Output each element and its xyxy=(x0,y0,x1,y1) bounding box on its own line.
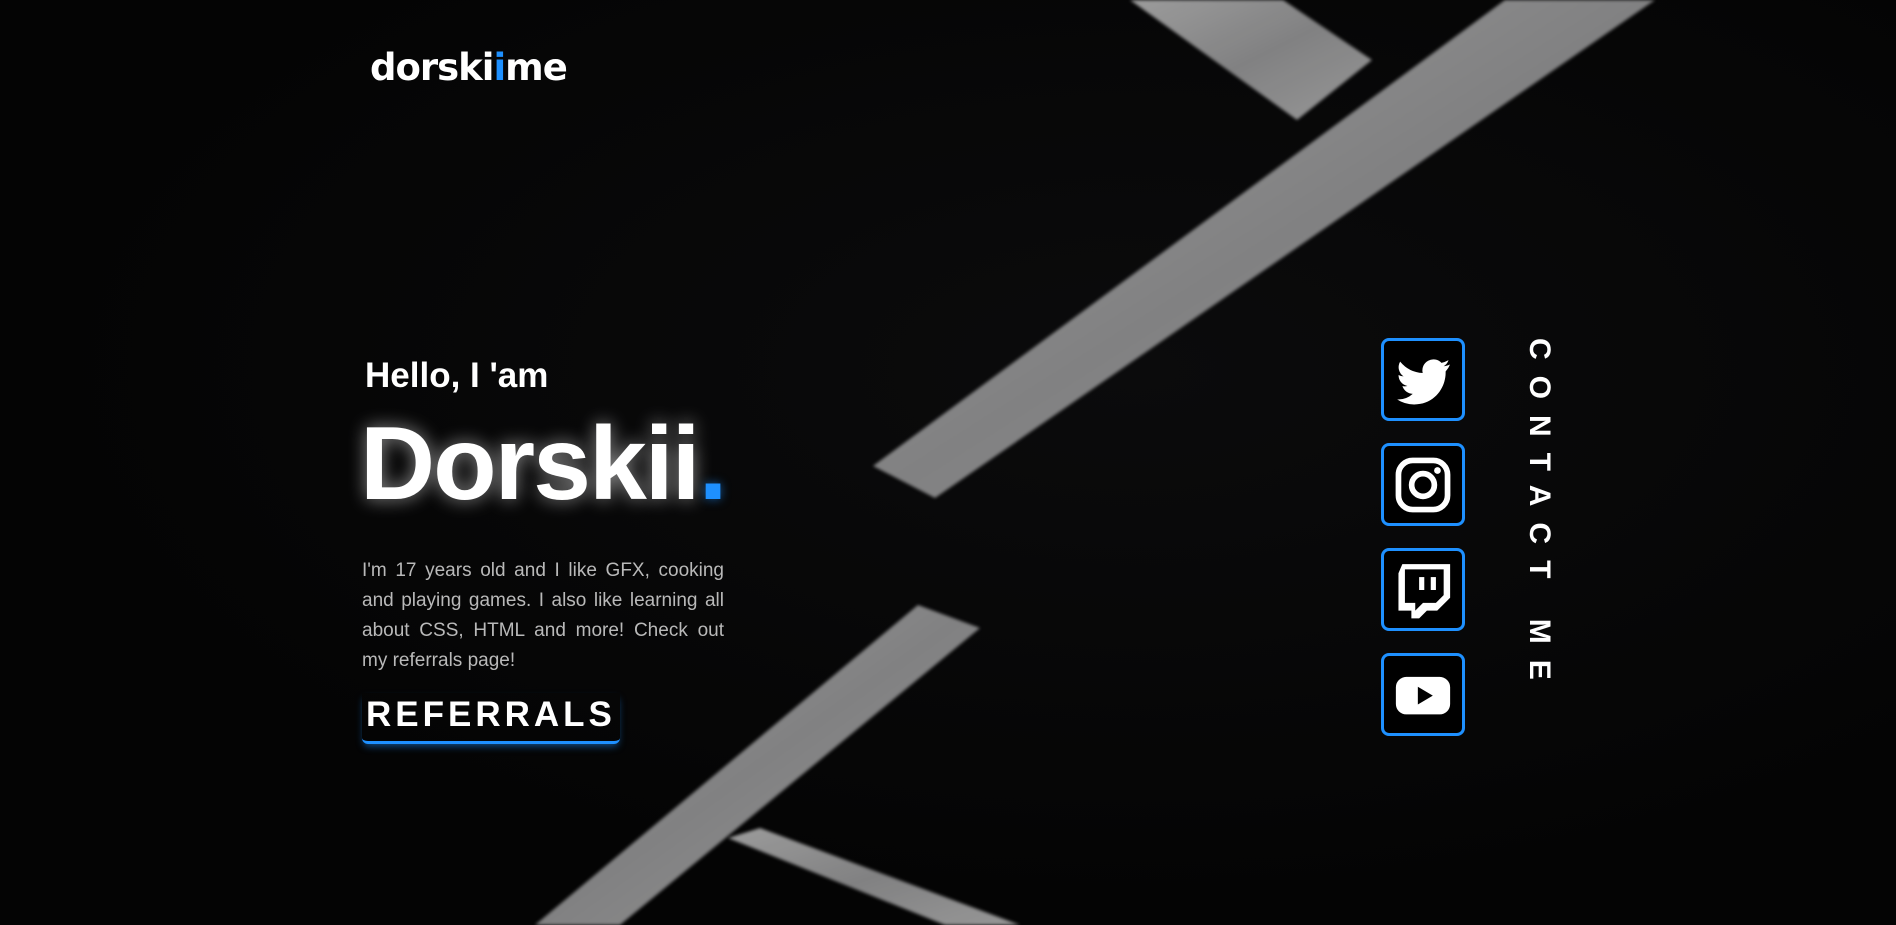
youtube-button[interactable] xyxy=(1381,653,1465,736)
twitter-icon xyxy=(1397,358,1451,404)
twitter-button[interactable] xyxy=(1381,338,1465,421)
background-light-beams xyxy=(535,0,1655,925)
hero-name: Dorskii. xyxy=(360,405,728,524)
instagram-icon xyxy=(1395,457,1451,512)
logo-text-end: me xyxy=(505,46,568,89)
hero-greeting: Hello, I 'am xyxy=(365,356,549,395)
hero-bio: I'm 17 years old and I like GFX, cooking… xyxy=(362,560,724,671)
light-beam-top xyxy=(1130,0,1372,120)
instagram-button[interactable] xyxy=(1381,443,1465,526)
landing-page: dorski i me Hello, I 'am Dorskii. I'm 17 y… xyxy=(0,0,1896,925)
hero-name-text: Dorskii xyxy=(360,406,701,522)
referrals-button[interactable]: REFERRALS xyxy=(362,693,620,744)
contact-me-label[interactable]: CONTACT ME xyxy=(1523,338,1556,696)
youtube-icon xyxy=(1395,676,1451,714)
hero-name-accent-dot: . xyxy=(698,406,728,522)
logo-text-start: dorski xyxy=(370,46,494,89)
twitch-button[interactable] xyxy=(1381,548,1465,631)
logo-accent-letter: i xyxy=(493,46,506,89)
twitch-icon xyxy=(1398,563,1451,618)
site-logo[interactable]: dorski i me xyxy=(370,46,568,89)
light-beam-bottom xyxy=(728,828,1020,925)
social-links xyxy=(1381,338,1465,736)
